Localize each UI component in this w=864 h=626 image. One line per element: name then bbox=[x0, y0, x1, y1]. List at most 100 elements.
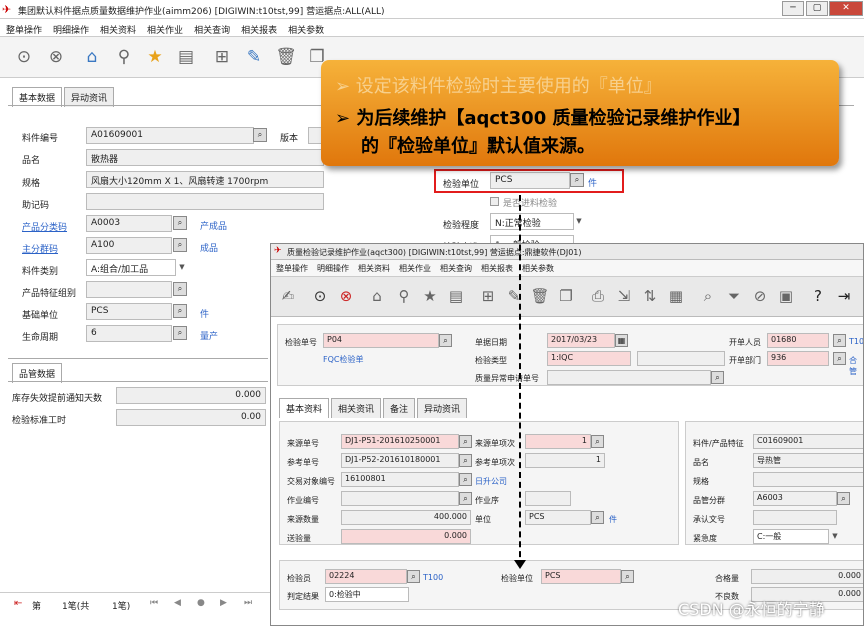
lookup-icon[interactable]: ⌕ bbox=[833, 334, 846, 347]
close-button[interactable]: ✕ bbox=[829, 1, 863, 16]
item-spec-field[interactable] bbox=[753, 472, 863, 487]
help-icon[interactable]: ? bbox=[807, 284, 829, 308]
lookup-icon[interactable]: ⌕ bbox=[173, 326, 187, 340]
pass-qty-field[interactable]: 0.000 bbox=[751, 569, 863, 584]
tab-quality[interactable]: 品管数据 bbox=[12, 363, 63, 383]
menu-item[interactable]: 相关资料 bbox=[94, 20, 141, 36]
menu-item[interactable]: 明细操作 bbox=[312, 260, 353, 274]
location-icon[interactable]: ⚲ bbox=[393, 284, 415, 308]
lookup-icon[interactable]: ⌕ bbox=[711, 371, 724, 384]
item-name-field[interactable]: 导热管 bbox=[753, 453, 863, 468]
src-seq-field[interactable]: 1 bbox=[525, 434, 591, 449]
chevron-down-icon[interactable]: ▼ bbox=[829, 529, 841, 543]
menu-item[interactable]: 整单操作 bbox=[271, 260, 312, 274]
result-select[interactable]: 0:检验中 bbox=[325, 587, 409, 602]
version-field[interactable] bbox=[308, 127, 322, 144]
category-field[interactable]: A0003 bbox=[86, 215, 172, 232]
menu-item[interactable]: 相关查询 bbox=[188, 20, 235, 36]
lookup-icon[interactable]: ⌕ bbox=[173, 238, 187, 252]
lookup-icon[interactable]: ⌕ bbox=[591, 435, 604, 448]
lookup-icon[interactable]: ⌕ bbox=[173, 216, 187, 230]
sort-icon[interactable]: ⇅ bbox=[639, 284, 661, 308]
menu-item[interactable]: 相关查询 bbox=[435, 260, 476, 274]
copy-icon[interactable]: ❐ bbox=[555, 284, 577, 308]
ref-no-field[interactable]: DJ1-P52-201610180001 bbox=[341, 453, 459, 468]
lookup-icon[interactable]: ⌕ bbox=[459, 473, 472, 486]
delete-icon[interactable]: 🗑 bbox=[274, 45, 298, 69]
lookup-icon[interactable]: ⌕ bbox=[173, 304, 187, 318]
print-icon[interactable]: ⎙ bbox=[587, 284, 609, 308]
quality-row-value[interactable]: 0.000 bbox=[116, 387, 266, 404]
tab-related[interactable]: 相关资讯 bbox=[331, 398, 382, 418]
last-page-icon[interactable]: ⏭ bbox=[244, 598, 252, 608]
item-type-select[interactable]: A:组合/加工品 bbox=[86, 259, 176, 276]
star-icon[interactable]: ★ bbox=[419, 284, 441, 308]
party-field[interactable]: 16100801 bbox=[341, 472, 459, 487]
qgroup-field[interactable]: A6003 bbox=[753, 491, 837, 506]
insp-level-select[interactable]: N:正常检验 bbox=[490, 213, 574, 230]
stop-icon[interactable]: ● bbox=[197, 598, 205, 608]
view-icon[interactable]: ▣ bbox=[775, 284, 797, 308]
exit-icon[interactable]: ⇥ bbox=[833, 284, 855, 308]
list-icon[interactable]: ▤ bbox=[445, 284, 467, 308]
lookup-icon[interactable]: ⌕ bbox=[621, 570, 634, 583]
pen-icon[interactable]: ✍ bbox=[277, 284, 299, 308]
menu-item[interactable]: 相关报表 bbox=[235, 20, 282, 36]
maximize-button[interactable]: ▢ bbox=[806, 1, 828, 16]
mnemonic-field[interactable] bbox=[86, 193, 324, 210]
lookup-icon[interactable]: ⌕ bbox=[173, 282, 187, 296]
export-icon[interactable]: ⇲ bbox=[613, 284, 635, 308]
abnormal-field[interactable] bbox=[547, 370, 711, 385]
add-icon[interactable]: ⊞ bbox=[477, 284, 499, 308]
menu-item[interactable]: 明细操作 bbox=[47, 20, 94, 36]
calendar-icon[interactable]: ▦ bbox=[615, 334, 628, 347]
list-icon[interactable]: ▤ bbox=[174, 45, 198, 69]
minimize-button[interactable]: ─ bbox=[782, 1, 804, 16]
category-label[interactable]: 产品分类码 bbox=[22, 220, 67, 233]
home-icon[interactable]: ⌂ bbox=[80, 45, 104, 69]
feature-group-field[interactable] bbox=[86, 281, 172, 298]
urgency-select[interactable]: C:一般 bbox=[753, 529, 829, 544]
base-unit-field[interactable]: PCS bbox=[86, 303, 172, 320]
tab-change-info[interactable]: 异动资讯 bbox=[64, 87, 115, 107]
edit-icon[interactable]: ✎ bbox=[503, 284, 525, 308]
lookup-icon[interactable]: ⌕ bbox=[253, 128, 267, 142]
item-no-field[interactable]: A01609001 bbox=[86, 127, 254, 144]
tab-basic-data[interactable]: 基本数据 bbox=[12, 87, 63, 107]
search-icon[interactable]: ⌕ bbox=[697, 284, 719, 308]
main-group-field[interactable]: A100 bbox=[86, 237, 172, 254]
menu-item[interactable]: 相关作业 bbox=[141, 20, 188, 36]
menu-item[interactable]: 相关参数 bbox=[282, 20, 329, 36]
op-seq-field[interactable] bbox=[525, 491, 571, 506]
insp-unit-field[interactable]: PCS bbox=[541, 569, 621, 584]
insp-type-select[interactable]: 1:IQC bbox=[547, 351, 631, 366]
item-field[interactable]: C01609001 bbox=[753, 434, 863, 449]
home-icon[interactable]: ⌂ bbox=[366, 284, 388, 308]
menu-item[interactable]: 相关报表 bbox=[476, 260, 517, 274]
menu-item[interactable]: 相关作业 bbox=[394, 260, 435, 274]
approval-field[interactable] bbox=[753, 510, 837, 525]
lookup-icon[interactable]: ⌕ bbox=[459, 435, 472, 448]
lookup-icon[interactable]: ⌕ bbox=[833, 352, 846, 365]
confirm-icon[interactable]: ⊙ bbox=[12, 45, 36, 69]
unit-field[interactable]: PCS bbox=[525, 510, 591, 525]
lookup-icon[interactable]: ⌕ bbox=[439, 334, 452, 347]
tab-basic[interactable]: 基本资料 bbox=[279, 398, 330, 418]
edit-icon[interactable]: ✎ bbox=[242, 45, 266, 69]
src-qty-field[interactable]: 400.000 bbox=[341, 510, 471, 525]
insp-type-sub-select[interactable] bbox=[637, 351, 725, 366]
inspector-field[interactable]: 02224 bbox=[325, 569, 407, 584]
spec-field[interactable]: 风扇大小120mm X 1、风扇转速 1700rpm bbox=[86, 171, 324, 188]
next-page-icon[interactable]: ▶ bbox=[220, 598, 227, 608]
incoming-checkbox[interactable] bbox=[490, 197, 499, 206]
ref-seq-field[interactable]: 1 bbox=[525, 453, 605, 468]
send-qty-field[interactable]: 0.000 bbox=[341, 529, 471, 544]
dept-field[interactable]: 936 bbox=[767, 351, 829, 366]
lookup-icon[interactable]: ⌕ bbox=[591, 511, 604, 524]
cancel-icon[interactable]: ⊗ bbox=[335, 284, 357, 308]
lookup-icon[interactable]: ⌕ bbox=[407, 570, 420, 583]
menu-item[interactable]: 整单操作 bbox=[0, 20, 47, 36]
prev-page-icon[interactable]: ◀ bbox=[174, 598, 181, 608]
lookup-icon[interactable]: ⌕ bbox=[459, 492, 472, 505]
doc-no-field[interactable]: P04 bbox=[323, 333, 439, 348]
